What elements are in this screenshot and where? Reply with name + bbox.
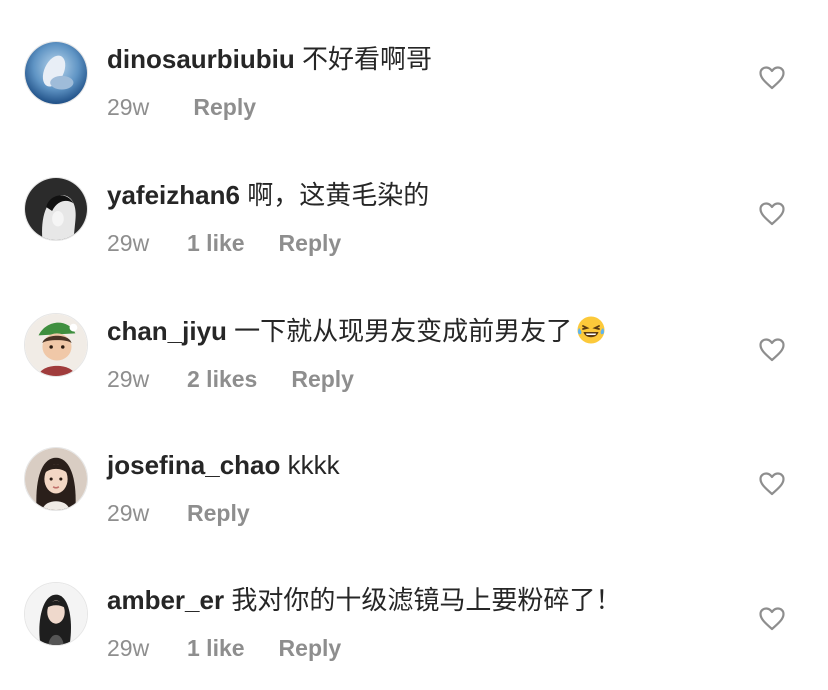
like-count[interactable]: 2 likes	[187, 364, 257, 394]
username[interactable]: yafeizhan6	[107, 180, 240, 210]
heart-outline-icon[interactable]	[759, 202, 785, 226]
comment-item: josefina_chao kkkk 29w Reply	[0, 406, 828, 541]
timestamp: 29w	[107, 500, 150, 526]
username[interactable]: amber_er	[107, 585, 224, 615]
avatar[interactable]	[24, 41, 88, 105]
avatar[interactable]	[24, 177, 88, 241]
username[interactable]: chan_jiyu	[107, 316, 227, 346]
comment-text: 一下就从现男友变成前男友了	[234, 316, 573, 346]
comment-meta: 29w Reply	[107, 92, 256, 122]
comment-text-line: amber_er 我对你的十级滤镜马上要粉碎了！	[107, 583, 621, 617]
heart-outline-icon[interactable]	[759, 338, 785, 362]
comment-meta: 29w 1 like Reply	[107, 633, 341, 663]
avatar[interactable]	[24, 313, 88, 377]
laughing-tears-emoji-icon	[576, 315, 606, 345]
reply-button[interactable]: Reply	[279, 228, 342, 258]
like-count[interactable]: 1 like	[187, 228, 245, 258]
comment-text: 啊，这黄毛染的	[247, 180, 430, 210]
ocean-avatar-image	[25, 42, 87, 104]
avatar[interactable]	[24, 447, 88, 511]
comment-text-line: yafeizhan6 啊，这黄毛染的	[107, 178, 429, 212]
reply-button[interactable]: Reply	[193, 92, 256, 122]
woman-dark-hair-avatar-image	[25, 583, 87, 645]
reply-button[interactable]: Reply	[187, 498, 250, 528]
comment-meta: 29w 1 like Reply	[107, 228, 341, 258]
comment-text: kkkk	[287, 450, 340, 480]
woman-portrait-avatar-image	[25, 448, 87, 510]
heart-outline-icon[interactable]	[759, 472, 785, 496]
reply-button[interactable]: Reply	[291, 364, 354, 394]
timestamp: 29w	[107, 94, 150, 120]
comment-item: chan_jiyu 一下就从现男友变成前男友了 29w 2 likes Reply	[0, 272, 828, 407]
avatar[interactable]	[24, 582, 88, 646]
comment-item: dinosaurbiubiu 不好看啊哥 29w Reply	[0, 0, 828, 135]
comment-meta: 29w Reply	[107, 498, 250, 528]
timestamp: 29w	[107, 230, 150, 256]
comment-item: yafeizhan6 啊，这黄毛染的 29w 1 like Reply	[0, 136, 828, 271]
comment-item: amber_er 我对你的十级滤镜马上要粉碎了！ 29w 1 like Reply	[0, 541, 828, 676]
heart-outline-icon[interactable]	[759, 66, 785, 90]
comment-text-line: dinosaurbiubiu 不好看啊哥	[107, 42, 432, 76]
comment-text: 不好看啊哥	[302, 44, 433, 74]
comment-meta: 29w 2 likes Reply	[107, 364, 354, 394]
timestamp: 29w	[107, 635, 150, 661]
reply-button[interactable]: Reply	[279, 633, 342, 663]
child-green-hat-avatar-image	[25, 314, 87, 376]
monochrome-portrait-avatar-image	[25, 178, 87, 240]
comment-text-line: chan_jiyu 一下就从现男友变成前男友了	[107, 314, 606, 348]
timestamp: 29w	[107, 366, 150, 392]
username[interactable]: dinosaurbiubiu	[107, 44, 295, 74]
like-count[interactable]: 1 like	[187, 633, 245, 663]
comment-text: 我对你的十级滤镜马上要粉碎了！	[231, 585, 622, 615]
heart-outline-icon[interactable]	[759, 607, 785, 631]
comment-text-line: josefina_chao kkkk	[107, 448, 340, 482]
username[interactable]: josefina_chao	[107, 450, 280, 480]
